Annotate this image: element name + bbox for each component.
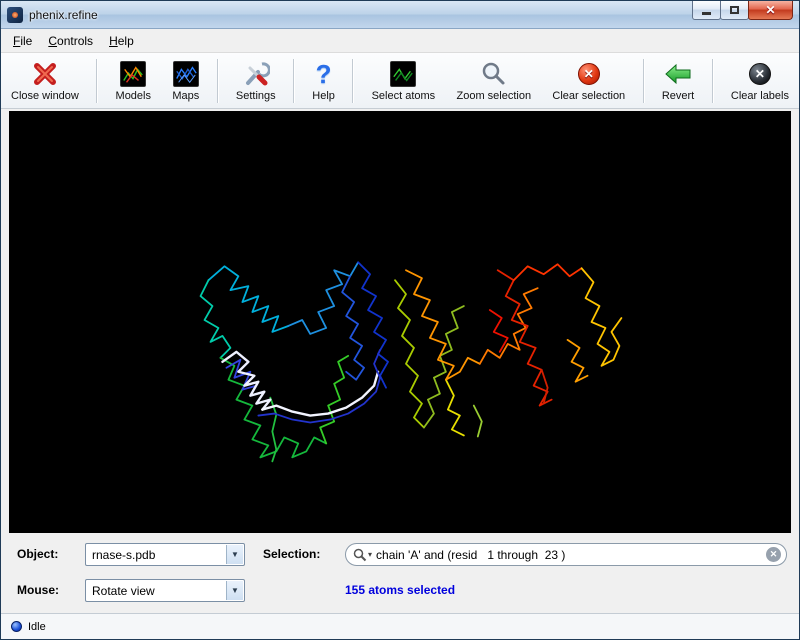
app-icon [7,7,23,23]
clear-search-icon[interactable]: ✕ [766,547,781,562]
title-bar: phenix.refine ✕ [1,1,799,29]
settings-tools-icon [242,59,270,89]
minimize-icon [702,12,711,15]
select-atoms-thumbnail-icon [390,59,416,89]
settings-button[interactable]: Settings [232,57,280,104]
status-indicator-icon [11,621,22,632]
help-button[interactable]: ? Help [308,57,339,104]
close-window-button[interactable]: Close window [7,57,83,104]
models-thumbnail-icon [120,59,146,89]
toolbar-separator [96,59,98,103]
maximize-button[interactable] [720,1,749,20]
atoms-selected-text: 155 atoms selected [345,583,455,597]
toolbar-separator [352,59,354,103]
molecule-viewport[interactable] [9,111,791,533]
object-label: Object: [17,547,58,561]
select-atoms-button[interactable]: Select atoms [368,57,440,104]
close-window-icon [32,59,58,89]
mouse-label: Mouse: [17,583,59,597]
maps-thumbnail-icon [173,59,199,89]
models-button[interactable]: Models [112,57,155,104]
zoom-magnifier-icon [481,59,507,89]
mouse-mode-value: Rotate view [92,584,155,598]
chevron-down-icon: ▼ [226,581,243,600]
zoom-selection-button[interactable]: Zoom selection [453,57,536,104]
search-icon[interactable]: ▾ [353,548,372,562]
close-icon: ✕ [765,4,775,16]
control-panel: Object: rnase-s.pdb ▼ Selection: ▾ chain… [1,535,799,613]
clear-selection-button[interactable]: ✕ Clear selection [548,57,629,104]
clear-selection-icon: ✕ [578,59,600,89]
toolbar-separator [293,59,295,103]
selection-label: Selection: [263,547,320,561]
minimize-button[interactable] [692,1,721,20]
status-text: Idle [28,621,46,633]
clear-labels-icon: ✕ [749,59,771,89]
molecule-render [9,111,791,533]
menu-controls[interactable]: Controls [40,31,101,51]
maps-button[interactable]: Maps [168,57,203,104]
selection-input[interactable]: chain 'A' and (resid 1 through 23 ) [376,548,766,562]
toolbar-separator [217,59,219,103]
revert-arrow-icon [664,59,692,89]
close-button[interactable]: ✕ [748,1,793,20]
toolbar: Close window Models [1,53,799,109]
toolbar-separator [643,59,645,103]
window-title: phenix.refine [29,8,98,22]
caption-buttons: ✕ [693,1,793,20]
mouse-mode-dropdown[interactable]: Rotate view ▼ [85,579,245,602]
revert-button[interactable]: Revert [658,57,698,104]
status-bar: Idle [1,613,799,639]
app-window: phenix.refine ✕ File Controls Help Close… [0,0,800,640]
object-dropdown[interactable]: rnase-s.pdb ▼ [85,543,245,566]
menu-file[interactable]: File [5,31,40,51]
viewport-frame [1,109,799,535]
chevron-down-icon: ▼ [226,545,243,564]
clear-labels-button[interactable]: ✕ Clear labels [727,57,793,104]
help-question-icon: ? [316,59,332,89]
selection-searchbox[interactable]: ▾ chain 'A' and (resid 1 through 23 ) ✕ [345,543,787,566]
menu-help[interactable]: Help [101,31,142,51]
toolbar-separator [712,59,714,103]
maximize-icon [730,6,739,14]
menu-bar: File Controls Help [1,29,799,53]
object-dropdown-value: rnase-s.pdb [92,548,155,562]
